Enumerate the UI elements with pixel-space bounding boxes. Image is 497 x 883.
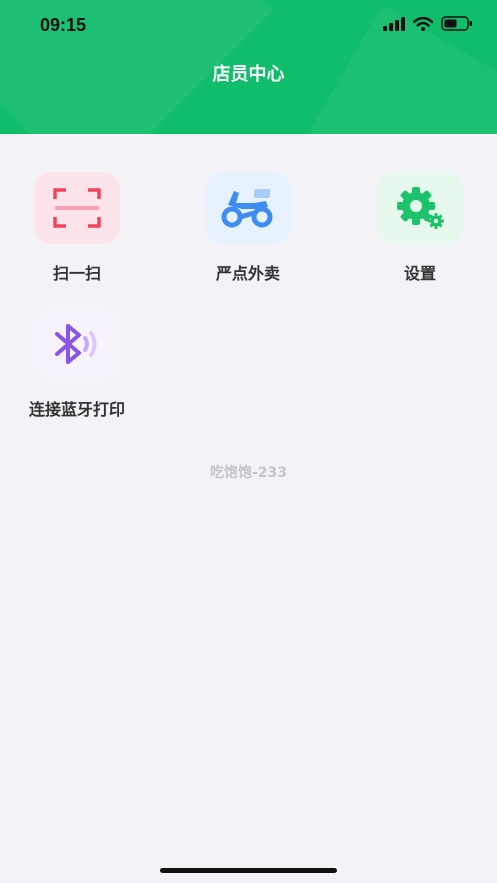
battery-icon [441, 16, 472, 31]
gear-icon [397, 187, 444, 229]
menu-item-label: 连接蓝牙打印 [28, 400, 125, 419]
menu-item-scan[interactable]: 扫一扫 [12, 172, 142, 284]
wifi-icon [413, 16, 433, 31]
home-indicator[interactable] [160, 868, 337, 873]
status-bar: 09:15 [0, 0, 497, 50]
cellular-signal-icon [383, 16, 405, 31]
bluetooth-icon [55, 324, 97, 364]
scooter-icon [221, 189, 273, 228]
menu-item-settings[interactable]: 设置 [355, 172, 485, 284]
status-icons [383, 16, 473, 31]
scan-icon [53, 188, 101, 228]
status-time: 09:15 [40, 15, 87, 35]
bluetooth-icon-box [34, 308, 120, 380]
scan-icon-box [34, 172, 120, 244]
settings-icon-box [377, 172, 463, 244]
page-title: 店员中心 [212, 64, 285, 85]
menu-item-label: 扫一扫 [52, 264, 101, 283]
menu-item-bluetooth-print[interactable]: 连接蓝牙打印 [12, 308, 142, 420]
delivery-icon-box [205, 172, 291, 244]
menu-item-label: 设置 [403, 264, 436, 283]
store-name: 吃饱饱-233 [209, 465, 288, 481]
menu-item-delivery[interactable]: 严点外卖 [183, 172, 313, 284]
menu-item-label: 严点外卖 [215, 264, 280, 283]
